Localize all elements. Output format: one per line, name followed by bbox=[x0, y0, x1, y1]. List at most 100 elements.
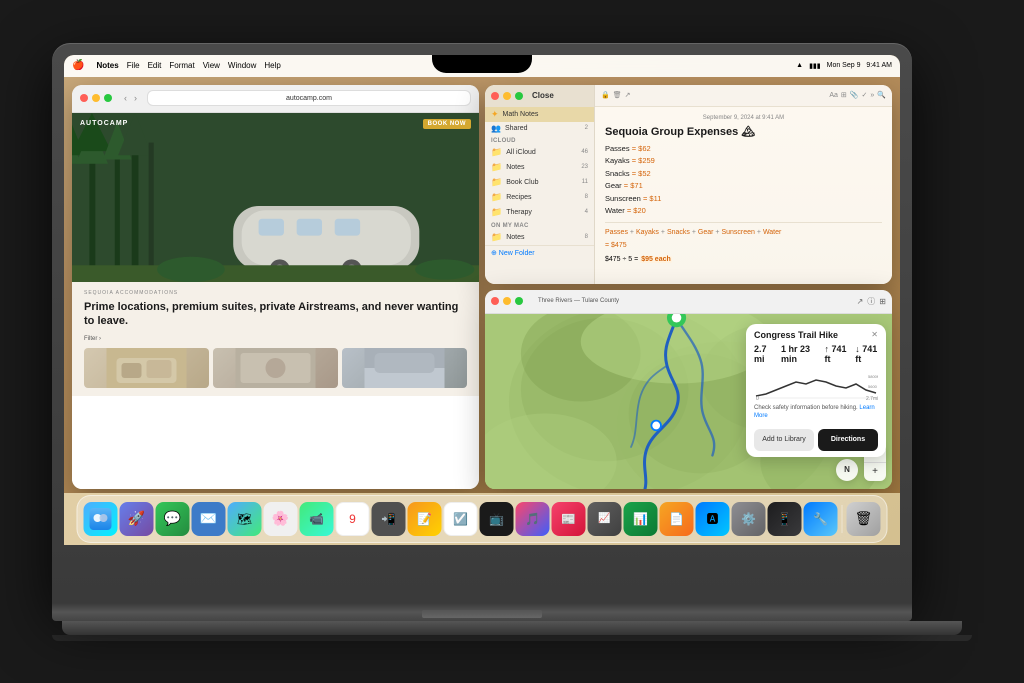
notes-folder-allicloud[interactable]: 📁 All iCloud 46 bbox=[485, 145, 594, 160]
notes-toolbar-attachment[interactable]: 📎 bbox=[850, 91, 859, 99]
menu-wifi-icon[interactable]: ▲ bbox=[796, 62, 803, 69]
maps-toolbar-layers[interactable]: ⊞ bbox=[879, 297, 886, 306]
gallery-image-1[interactable] bbox=[84, 348, 209, 388]
notes-folder-count: 23 bbox=[581, 164, 588, 170]
dock-icon-stocks[interactable]: 📈 bbox=[588, 502, 622, 536]
windows-container: ‹ › autocamp.com bbox=[72, 85, 892, 489]
minimize-window-button[interactable] bbox=[92, 94, 100, 102]
notes-toolbar-delete[interactable]: 🗑 bbox=[613, 91, 622, 99]
dock-icon-mail[interactable]: ✉️ bbox=[192, 502, 226, 536]
dock-icon-facetime[interactable]: 📹 bbox=[300, 502, 334, 536]
maps-toolbar-share[interactable]: ↗ bbox=[857, 297, 864, 306]
notes-toolbar-search[interactable]: 🔍 bbox=[877, 91, 886, 99]
dock-icon-news[interactable]: 📰 bbox=[552, 502, 586, 536]
dock-icon-pages[interactable]: 📄 bbox=[660, 502, 694, 536]
url-text: autocamp.com bbox=[286, 95, 332, 102]
directions-button[interactable]: Directions bbox=[818, 429, 878, 451]
dock-icon-appletv[interactable]: 📺 bbox=[480, 502, 514, 536]
maps-minimize-button[interactable] bbox=[503, 297, 511, 305]
dock-icon-appstore[interactable]: 🅰 bbox=[696, 502, 730, 536]
notes-folder-recipes[interactable]: 📁 Recipes 8 bbox=[485, 190, 594, 205]
dock-icon-finder[interactable] bbox=[84, 502, 118, 536]
maps-window[interactable]: Three Rivers — Tulare County ↗ ⓘ ⊞ bbox=[485, 290, 892, 489]
maps-map-area[interactable]: Congress Trail Hike ✕ 2.7 mi bbox=[485, 314, 892, 489]
dock-icon-reminders[interactable]: ☑️ bbox=[444, 502, 478, 536]
notes-toolbar-aa[interactable]: Aa bbox=[829, 92, 838, 99]
maps-toolbar-info[interactable]: ⓘ bbox=[867, 296, 875, 307]
dock-icon-messages[interactable]: 💬 bbox=[156, 502, 190, 536]
therapy-label: Therapy bbox=[506, 209, 580, 216]
notes-toolbar-checklist[interactable]: ✓ bbox=[862, 91, 868, 99]
dock-icon-launchpad[interactable]: 🚀 bbox=[120, 502, 154, 536]
safari-url-bar[interactable]: autocamp.com bbox=[147, 90, 471, 106]
menu-item-edit[interactable]: Edit bbox=[148, 61, 162, 70]
notes-toolbar-lock[interactable]: 🔒 bbox=[601, 91, 610, 99]
notes-folder-therapy[interactable]: 📁 Therapy 4 bbox=[485, 205, 594, 220]
menu-item-view[interactable]: View bbox=[203, 61, 220, 70]
notes-fullscreen-button[interactable] bbox=[515, 92, 523, 100]
back-button[interactable]: ‹ bbox=[122, 92, 129, 104]
menu-app-name[interactable]: Notes bbox=[96, 61, 118, 70]
gallery-image-2[interactable] bbox=[213, 348, 338, 388]
macbook-screen-housing: 🍎 Notes File Edit Format View Window Hel… bbox=[52, 43, 912, 603]
dock-icon-trash[interactable]: 🗑 bbox=[847, 502, 881, 536]
dock-icon-controlcenter[interactable]: 🔧 bbox=[804, 502, 838, 536]
apple-menu-icon[interactable]: 🍎 bbox=[72, 60, 84, 71]
notes-toolbar-table[interactable]: ⊞ bbox=[841, 91, 847, 99]
menu-item-format[interactable]: Format bbox=[169, 61, 194, 70]
dock-icon-notes[interactable]: 📝 bbox=[408, 502, 442, 536]
svg-text:2.7mi: 2.7mi bbox=[866, 396, 878, 400]
book-now-button[interactable]: BOOK NOW bbox=[423, 119, 471, 129]
fullscreen-window-button[interactable] bbox=[104, 94, 112, 102]
hike-title: Congress Trail Hike bbox=[754, 330, 838, 341]
dock-icon-systemprefs[interactable]: ⚙️ bbox=[732, 502, 766, 536]
expense-gear: Gear = $71 bbox=[605, 181, 882, 192]
allicloud-folder-icon: 📁 bbox=[491, 147, 502, 158]
maps-close-button[interactable] bbox=[491, 297, 499, 305]
notes-folder-mathnotes[interactable]: ✦ Math Notes bbox=[485, 107, 594, 122]
dock-icon-numbers[interactable]: 📊 bbox=[624, 502, 658, 536]
new-folder-button[interactable]: ⊕ New Folder bbox=[491, 249, 535, 257]
svg-text:0: 0 bbox=[756, 396, 759, 400]
notes-toolbar-share[interactable]: ↗ bbox=[625, 91, 827, 99]
notes-folder-shared[interactable]: 👥 Shared 2 bbox=[485, 122, 594, 135]
notes-folder-notes[interactable]: 📁 Notes 23 bbox=[485, 160, 594, 175]
dock-icon-calendar[interactable]: 9 bbox=[336, 502, 370, 536]
menu-item-file[interactable]: File bbox=[127, 61, 140, 70]
dock-icon-iphone-mirror[interactable]: 📱 bbox=[768, 502, 802, 536]
notes-folder-bookclub[interactable]: 📁 Book Club 11 bbox=[485, 175, 594, 190]
notes-close-button[interactable] bbox=[491, 92, 499, 100]
dock-icon-music[interactable]: 🎵 bbox=[516, 502, 550, 536]
dock-icon-other1[interactable]: 📲 bbox=[372, 502, 406, 536]
add-to-library-button[interactable]: Add to Library bbox=[754, 429, 814, 451]
hike-elevation: ↑ 741 ft bbox=[824, 344, 847, 364]
shared-count: 2 bbox=[585, 125, 588, 131]
autocamp-section-label: SEQUOIA ACCOMMODATIONS bbox=[84, 290, 467, 296]
menu-item-window[interactable]: Window bbox=[228, 61, 256, 70]
map-popup-header: Congress Trail Hike ✕ bbox=[746, 324, 886, 345]
hike-elevation-loss: ↓ 741 ft bbox=[855, 344, 878, 364]
close-window-button[interactable] bbox=[80, 94, 88, 102]
dock-icon-photos[interactable]: 🌸 bbox=[264, 502, 298, 536]
notes-window[interactable]: Close ✦ Math Notes 👥 bbox=[485, 85, 892, 284]
expense-sunscreen: Sunscreen = $11 bbox=[605, 194, 882, 205]
forward-button[interactable]: › bbox=[132, 92, 139, 104]
notes-folder-mac-notes[interactable]: 📁 Notes 8 bbox=[485, 230, 594, 245]
map-popup-card: Congress Trail Hike ✕ 2.7 mi bbox=[746, 324, 886, 457]
notes-minimize-button[interactable] bbox=[503, 92, 511, 100]
popup-close-button[interactable]: ✕ bbox=[871, 330, 878, 339]
zoom-in-button[interactable]: + bbox=[864, 463, 886, 481]
compass-button[interactable]: N bbox=[836, 459, 858, 481]
maps-fullscreen-button[interactable] bbox=[515, 297, 523, 305]
menu-item-help[interactable]: Help bbox=[264, 61, 280, 70]
menu-date-time: Mon Sep 9 9:41 AM bbox=[827, 62, 892, 69]
notes-title: Sequoia Group Expenses 🏔 bbox=[605, 125, 882, 138]
safari-window[interactable]: ‹ › autocamp.com bbox=[72, 85, 479, 489]
macbook-display: 🍎 Notes File Edit Format View Window Hel… bbox=[64, 55, 900, 545]
expense-passes: Passes = $62 bbox=[605, 144, 882, 155]
gallery-image-3[interactable] bbox=[342, 348, 467, 388]
dock-icon-maps[interactable]: 🗺 bbox=[228, 502, 262, 536]
autocamp-filter[interactable]: Filter › bbox=[84, 336, 467, 342]
map-safety-info: Check safety information before hiking. … bbox=[746, 403, 886, 425]
notes-toolbar-more[interactable]: » bbox=[870, 92, 874, 99]
